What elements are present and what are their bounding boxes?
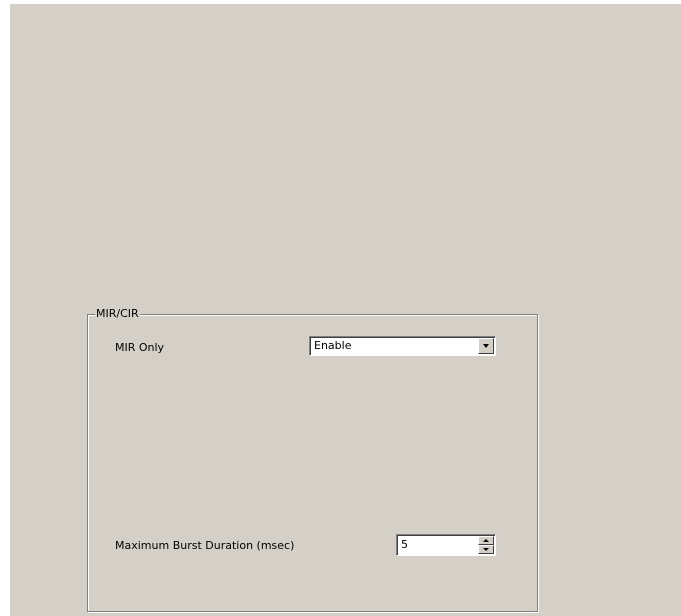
mir-only-selected-value: Enable bbox=[314, 339, 352, 352]
mir-only-dropdown-button[interactable] bbox=[478, 338, 494, 354]
arrow-down-icon bbox=[483, 548, 489, 551]
max-burst-duration-label: Maximum Burst Duration (msec) bbox=[115, 539, 295, 552]
mir-only-select[interactable]: Enable bbox=[309, 336, 496, 356]
chevron-down-icon bbox=[483, 344, 489, 348]
arrow-up-icon bbox=[483, 539, 489, 542]
max-burst-duration-value[interactable]: 5 bbox=[401, 538, 408, 552]
groupbox-title: MIR/CIR bbox=[95, 307, 140, 321]
spin-up-button[interactable] bbox=[478, 536, 494, 545]
settings-panel: MIR/CIR MIR Only Enable Maximum Burst Du… bbox=[10, 4, 681, 616]
spin-down-button[interactable] bbox=[478, 545, 494, 554]
spin-buttons bbox=[478, 536, 494, 554]
mir-cir-groupbox: MIR/CIR MIR Only Enable Maximum Burst Du… bbox=[87, 307, 538, 612]
max-burst-duration-spinbox[interactable]: 5 bbox=[396, 534, 496, 556]
mir-only-label: MIR Only bbox=[115, 341, 165, 354]
